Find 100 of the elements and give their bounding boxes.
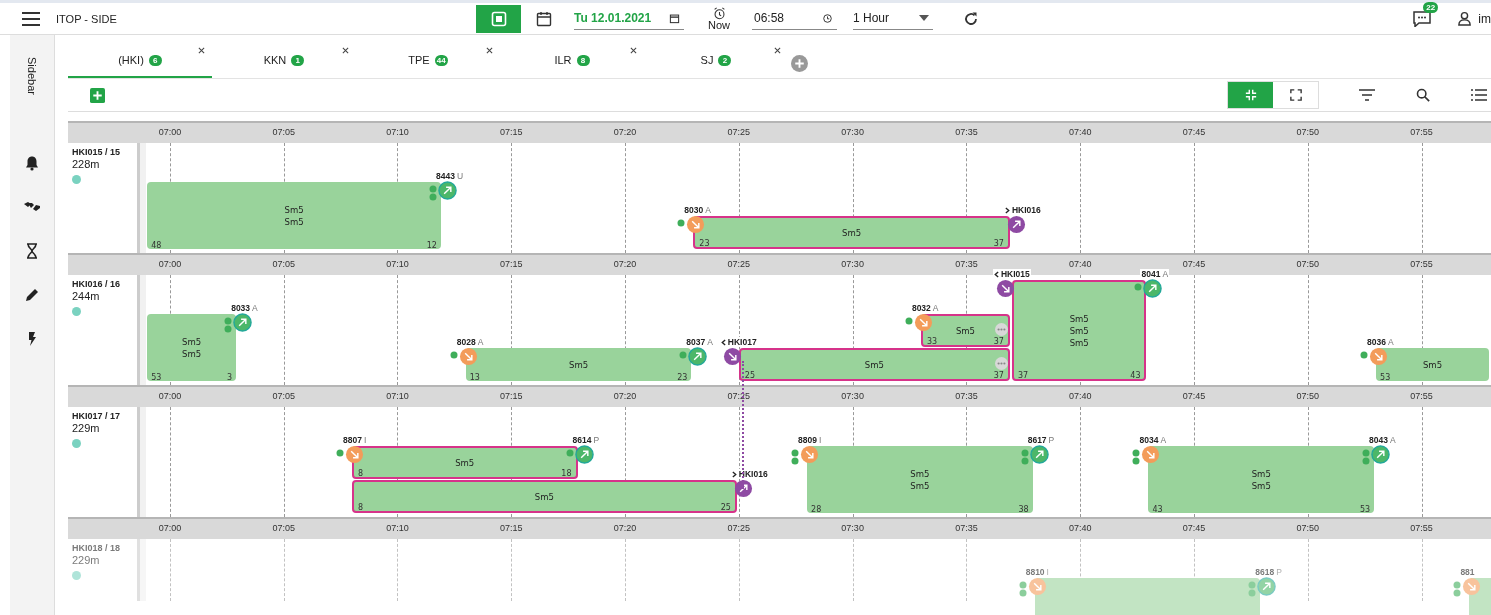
end-number: 43 xyxy=(1130,371,1141,380)
refresh-icon[interactable] xyxy=(963,10,979,27)
search-icon[interactable] xyxy=(1415,88,1431,102)
chevron-left-icon xyxy=(993,270,999,278)
trip-bar[interactable]: Sm5 Sm5 43 53 xyxy=(1148,446,1375,513)
arrow-up-right-icon[interactable] xyxy=(437,181,457,200)
arrow-up-right-icon[interactable] xyxy=(688,347,708,366)
trip-number: HKI016 xyxy=(738,469,768,479)
now-button[interactable]: Now xyxy=(708,6,730,31)
time-tick: 07:00 xyxy=(158,259,182,269)
time-tick: 07:35 xyxy=(955,127,978,137)
trip-label: Sm5 xyxy=(1422,358,1443,371)
filter-icon[interactable] xyxy=(1359,88,1375,102)
dots-icon xyxy=(1362,449,1371,465)
arrow-up-right-icon[interactable] xyxy=(1029,445,1049,464)
tab[interactable]: ILR 8 xyxy=(500,44,644,78)
collapse-button[interactable] xyxy=(1228,82,1273,108)
clock-icon[interactable] xyxy=(822,12,833,24)
trip-number: 8614 xyxy=(572,435,592,445)
arrow-up-right-icon[interactable] xyxy=(1143,279,1163,298)
trip-label: Sm5 xyxy=(1069,312,1089,325)
row-label-card[interactable]: HKI016 / 16 244m xyxy=(68,275,140,385)
range-select[interactable]: 1 Hour xyxy=(853,7,933,30)
chat-icon[interactable] xyxy=(1413,10,1432,27)
time-tick: 07:35 xyxy=(955,259,978,269)
pencil-icon[interactable] xyxy=(23,286,41,303)
arrow-down-right-icon[interactable] xyxy=(344,445,364,464)
arrow-down-right-icon[interactable] xyxy=(686,215,706,234)
tab[interactable]: KKN 1 xyxy=(212,44,356,78)
menu-icon[interactable] xyxy=(22,11,40,26)
status-dot xyxy=(72,571,81,580)
dots-icon xyxy=(677,219,686,227)
start-number: 28 xyxy=(811,505,822,514)
user-icon[interactable] xyxy=(1457,11,1473,26)
trip-bar[interactable]: Sm5 23 37 xyxy=(693,216,1010,249)
tab[interactable]: SJ 2 xyxy=(644,44,788,78)
alarm-clock-icon xyxy=(712,6,726,20)
trip-bar[interactable]: Sm5 25 37 xyxy=(738,348,1010,381)
close-icon[interactable] xyxy=(198,47,205,54)
arrow-up-right-icon[interactable] xyxy=(733,479,753,498)
time-field[interactable]: 06:58 xyxy=(752,7,837,30)
trip-number: HKI015 xyxy=(1000,269,1030,279)
time-value: 06:58 xyxy=(754,11,785,25)
trip-code: A xyxy=(252,303,258,313)
dots-icon xyxy=(1018,581,1027,597)
trip-number: 8810 xyxy=(1025,567,1045,577)
time-tick: 07:45 xyxy=(1182,259,1206,269)
start-number: 48 xyxy=(151,241,162,250)
sidebar-label[interactable]: Sidebar xyxy=(26,57,38,95)
time-tick: 07:50 xyxy=(1296,523,1320,533)
trip-code: P xyxy=(1048,435,1055,445)
close-icon[interactable] xyxy=(630,47,637,54)
close-icon[interactable] xyxy=(486,47,493,54)
time-tick: 07:55 xyxy=(1410,523,1433,533)
trip-bar[interactable]: Sm5 33 37 xyxy=(920,314,1010,347)
arrow-up-right-icon[interactable] xyxy=(233,313,253,332)
close-icon[interactable] xyxy=(342,47,349,54)
time-tick: 07:40 xyxy=(1068,523,1092,533)
close-icon[interactable] xyxy=(774,47,781,54)
arrow-down-right-icon[interactable] xyxy=(995,279,1015,298)
trip-code: I xyxy=(363,435,367,445)
start-number: 33 xyxy=(926,337,938,346)
trip-bar[interactable]: Sm5 Sm5 48 12 xyxy=(147,182,441,249)
time-tick: 07:10 xyxy=(386,259,409,269)
status-dot xyxy=(72,439,81,448)
start-number: 13 xyxy=(469,373,480,382)
time-tick: 07:15 xyxy=(500,391,523,401)
trip-bar[interactable]: Sm5 8 18 xyxy=(351,446,578,479)
arrow-down-right-icon[interactable] xyxy=(722,347,742,366)
trip-number: 8618 xyxy=(1255,567,1275,577)
trip-number: 8043 xyxy=(1369,435,1388,445)
add-tab-icon[interactable] xyxy=(791,55,808,72)
bell-icon[interactable] xyxy=(23,154,41,171)
vehicle-length: 229m xyxy=(72,422,101,434)
row-label-card[interactable]: HKI015 / 15 228m xyxy=(68,143,140,253)
tab[interactable]: (HKI) 6 xyxy=(68,44,212,78)
user-name[interactable]: im xyxy=(1478,11,1491,26)
trip-bar[interactable]: Sm5 13 23 xyxy=(465,348,692,381)
vehicle-name: HKI015 / 15 xyxy=(72,147,122,157)
tab[interactable]: TPE 44 xyxy=(356,44,500,78)
arrow-up-right-icon[interactable] xyxy=(1371,445,1391,464)
notification-badge: 22 xyxy=(1423,1,1439,13)
chevron-right-icon xyxy=(731,470,737,478)
trip-bar[interactable]: Sm5 Sm5 28 38 xyxy=(807,446,1033,513)
arrow-down-right-icon[interactable] xyxy=(913,313,933,332)
row-label-card[interactable]: HKI018 / 18 229m xyxy=(68,539,140,601)
arrow-up-right-icon[interactable] xyxy=(1006,215,1026,234)
calendar-icon[interactable] xyxy=(669,12,680,24)
row-label-card[interactable]: HKI017 / 17 229m xyxy=(68,407,140,517)
add-button[interactable] xyxy=(90,87,105,103)
trip-bar[interactable]: Sm5 8 25 xyxy=(351,480,737,513)
time-tick: 07:10 xyxy=(386,391,409,401)
trip-bar[interactable]: Sm5 53 xyxy=(1376,348,1489,381)
list-icon[interactable] xyxy=(1471,88,1487,102)
trip-code: I xyxy=(819,435,822,445)
count-badge: 2 xyxy=(718,54,732,66)
time-tick: 07:00 xyxy=(158,127,182,137)
trip-bar[interactable]: Sm5 Sm5 53 3 xyxy=(147,314,237,381)
trip-bar[interactable]: Sm5 Sm5 Sm5 37 43 xyxy=(1011,280,1147,381)
arrow-up-right-icon[interactable] xyxy=(574,445,594,464)
